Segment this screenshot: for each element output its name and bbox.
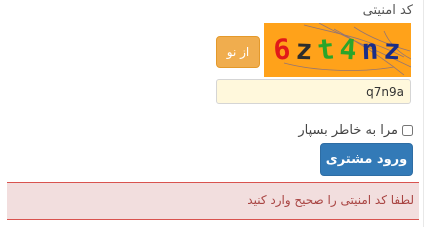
remember-me-row: مرا به خاطر بسپار [298, 121, 413, 139]
captcha-char: n [361, 33, 379, 67]
captcha-char: 6 [272, 32, 291, 66]
captcha-char: t [316, 32, 336, 67]
remember-me-label: مرا به خاطر بسپار [298, 122, 398, 138]
captcha-graphic: 6zt4nz [272, 23, 411, 76]
captcha-char: 4 [339, 32, 358, 66]
security-code-label: کد امنیتی [362, 3, 413, 18]
panel-edge [423, 0, 424, 227]
captcha-refresh-button[interactable]: از نو [216, 36, 260, 68]
captcha-char: z [295, 33, 313, 67]
captcha-input[interactable] [216, 79, 411, 104]
error-alert: لطفا کد امنیتی را صحیح وارد کنید [7, 182, 419, 220]
customer-login-button[interactable]: ورود مشتری [320, 143, 413, 176]
captcha-char: z [383, 33, 402, 67]
remember-me-checkbox[interactable] [402, 124, 413, 136]
captcha-image: 6zt4nz [264, 23, 411, 77]
error-message: لطفا کد امنیتی را صحیح وارد کنید [247, 193, 414, 207]
